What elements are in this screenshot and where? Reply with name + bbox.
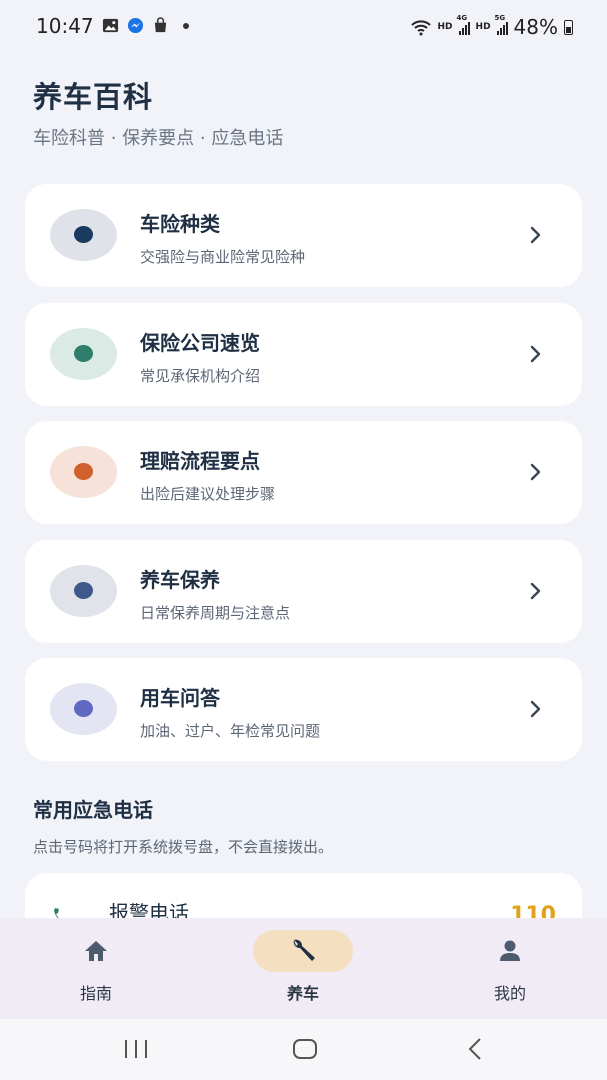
chevron-right-icon (530, 700, 541, 718)
recent-apps-icon[interactable] (122, 1037, 150, 1061)
card-description: 常见承保机构介绍 (140, 367, 261, 385)
card-insurance-types[interactable]: 车险种类 交强险与商业险常见险种 (25, 184, 582, 287)
card-title: 理赔流程要点 (140, 449, 260, 473)
card-description: 交强险与商业险常见险种 (140, 248, 306, 266)
nav-label: 指南 (79, 984, 112, 1003)
nav-label: 养车 (286, 984, 319, 1003)
battery-percent: 48% (513, 15, 558, 39)
nav-label: 我的 (493, 984, 526, 1003)
messenger-icon (127, 17, 144, 34)
card-description: 加油、过户、年检常见问题 (140, 722, 321, 740)
chevron-right-icon (530, 345, 541, 363)
card-icon (50, 683, 117, 735)
hd-badge-1: HD (437, 22, 453, 32)
page-title: 养车百科 (33, 80, 154, 114)
home-button-icon[interactable] (291, 1037, 319, 1061)
nav-item-mine[interactable]: 我的 (440, 918, 580, 1019)
notification-icons (102, 17, 189, 34)
status-right: HD 4G HD 5G 48% (410, 14, 573, 39)
card-title: 养车保养 (140, 568, 220, 592)
status-bar: 10:47 HD 4G HD 5G 48% (0, 0, 607, 54)
card-title: 车险种类 (140, 212, 220, 236)
card-icon (50, 565, 117, 617)
back-icon[interactable] (464, 1037, 488, 1061)
nav-item-car-care[interactable]: 养车 (233, 918, 373, 1019)
card-icon (50, 209, 117, 261)
card-description: 日常保养周期与注意点 (140, 604, 291, 622)
dot-icon (183, 22, 189, 29)
wifi-icon (410, 20, 431, 36)
gallery-icon (102, 18, 119, 33)
card-description: 出险后建议处理步骤 (140, 485, 276, 503)
card-claims-process[interactable]: 理赔流程要点 出险后建议处理步骤 (25, 421, 582, 524)
section-title-emergency: 常用应急电话 (33, 798, 153, 822)
home-icon (85, 941, 107, 961)
card-car-faq[interactable]: 用车问答 加油、过户、年检常见问题 (25, 658, 582, 761)
nav-item-guide[interactable]: 指南 (26, 918, 166, 1019)
system-navigation-bar (0, 1019, 607, 1080)
card-maintenance[interactable]: 养车保养 日常保养周期与注意点 (25, 540, 582, 643)
status-time: 10:47 (36, 14, 94, 38)
card-icon (50, 328, 117, 380)
signal-icon: 5G (495, 14, 508, 35)
card-title: 保险公司速览 (140, 331, 260, 355)
bag-icon (154, 17, 167, 33)
card-icon (50, 446, 117, 498)
battery-icon (564, 19, 573, 35)
chevron-right-icon (530, 582, 541, 600)
bottom-navigation: 指南 养车 我的 (0, 918, 607, 1019)
chevron-right-icon (530, 463, 541, 481)
signal-icon: 4G (457, 14, 470, 35)
page-subtitle: 车险科普 · 保养要点 · 应急电话 (33, 128, 284, 149)
chevron-right-icon (530, 226, 541, 244)
wrench-icon (293, 939, 315, 961)
person-icon (500, 940, 520, 961)
card-insurers-overview[interactable]: 保险公司速览 常见承保机构介绍 (25, 303, 582, 406)
card-title: 用车问答 (140, 686, 220, 710)
section-note: 点击号码将打开系统拨号盘，不会直接拨出。 (33, 838, 334, 856)
hd-badge-2: HD (475, 22, 491, 32)
